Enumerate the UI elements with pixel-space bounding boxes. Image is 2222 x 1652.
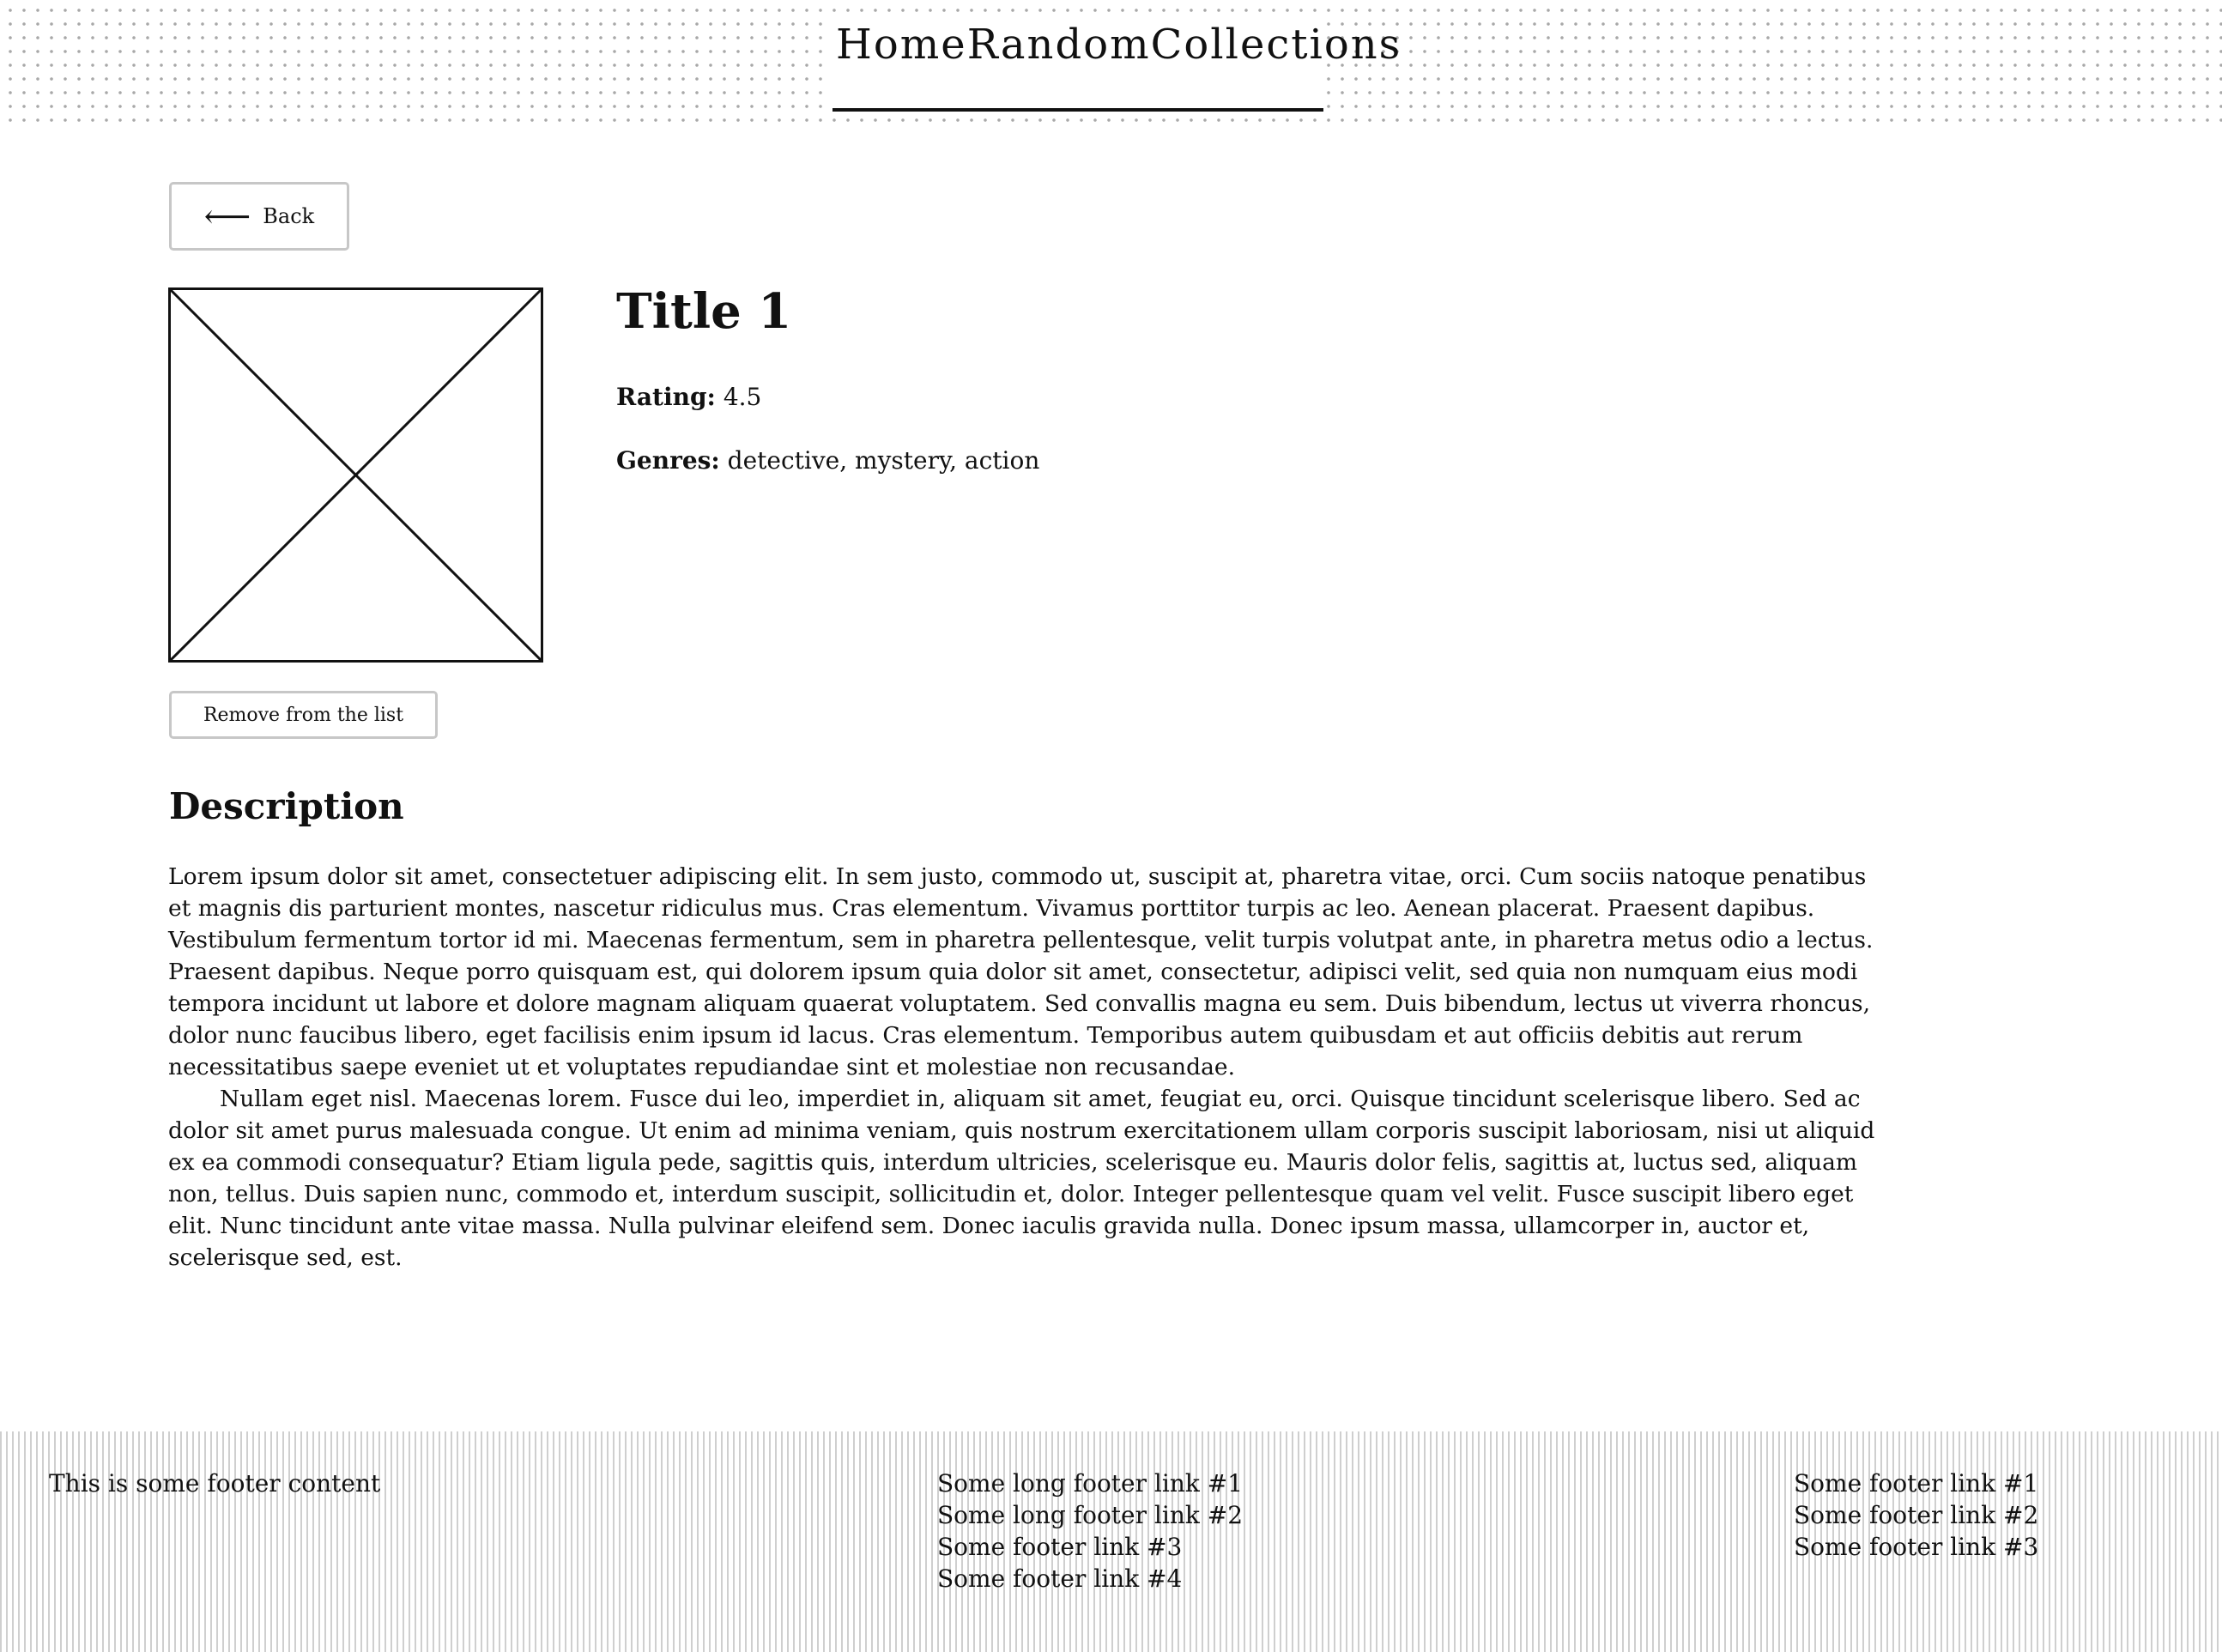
remove-from-list-button[interactable]: Remove from the list — [169, 691, 438, 739]
back-button-label: Back — [263, 204, 315, 228]
arrow-left-icon: ⟵ — [203, 197, 251, 235]
rating-value: 4.5 — [723, 383, 762, 411]
rating-label: Rating: — [616, 383, 716, 411]
item-title: Title 1 — [616, 283, 792, 340]
back-button[interactable]: ⟵ Back — [169, 182, 349, 251]
site-footer: This is some footer content Some long fo… — [0, 1431, 2222, 1652]
footer-link[interactable]: Some footer link #2 — [1794, 1499, 2038, 1531]
footer-links-right: Some footer link #1 Some footer link #2 … — [1794, 1467, 2038, 1563]
site-header: Home Random Collections — [0, 0, 2222, 129]
remove-button-label: Remove from the list — [203, 704, 404, 726]
footer-link[interactable]: Some footer link #4 — [937, 1563, 1243, 1595]
description-body: Lorem ipsum dolor sit amet, consectetuer… — [168, 861, 1885, 1274]
description-paragraph: Lorem ipsum dolor sit amet, consectetuer… — [168, 863, 1874, 1080]
footer-content: This is some footer content — [49, 1467, 380, 1499]
footer-link[interactable]: Some long footer link #2 — [937, 1499, 1243, 1531]
nav-collections[interactable]: Collections — [1151, 22, 1402, 68]
nav-home[interactable]: Home — [836, 22, 967, 68]
description-paragraph: Nullam eget nisl. Maecenas lorem. Fusce … — [168, 1086, 1875, 1271]
rating-line: Rating: 4.5 — [616, 383, 761, 412]
description-heading: Description — [169, 785, 404, 827]
genres-line: Genres: detective, mystery, action — [616, 446, 1039, 475]
footer-text: This is some footer content — [49, 1469, 381, 1498]
image-placeholder-icon — [168, 287, 543, 663]
genres-label: Genres: — [616, 446, 720, 475]
footer-link[interactable]: Some footer link #3 — [937, 1531, 1243, 1563]
main-nav: Home Random Collections — [832, 15, 1400, 112]
footer-link[interactable]: Some footer link #3 — [1794, 1531, 2038, 1563]
nav-random[interactable]: Random — [967, 22, 1151, 68]
footer-link[interactable]: Some footer link #1 — [1794, 1467, 2038, 1499]
footer-link[interactable]: Some long footer link #1 — [937, 1467, 1243, 1499]
footer-links-middle: Some long footer link #1 Some long foote… — [937, 1467, 1243, 1595]
genres-value: detective, mystery, action — [727, 446, 1040, 475]
